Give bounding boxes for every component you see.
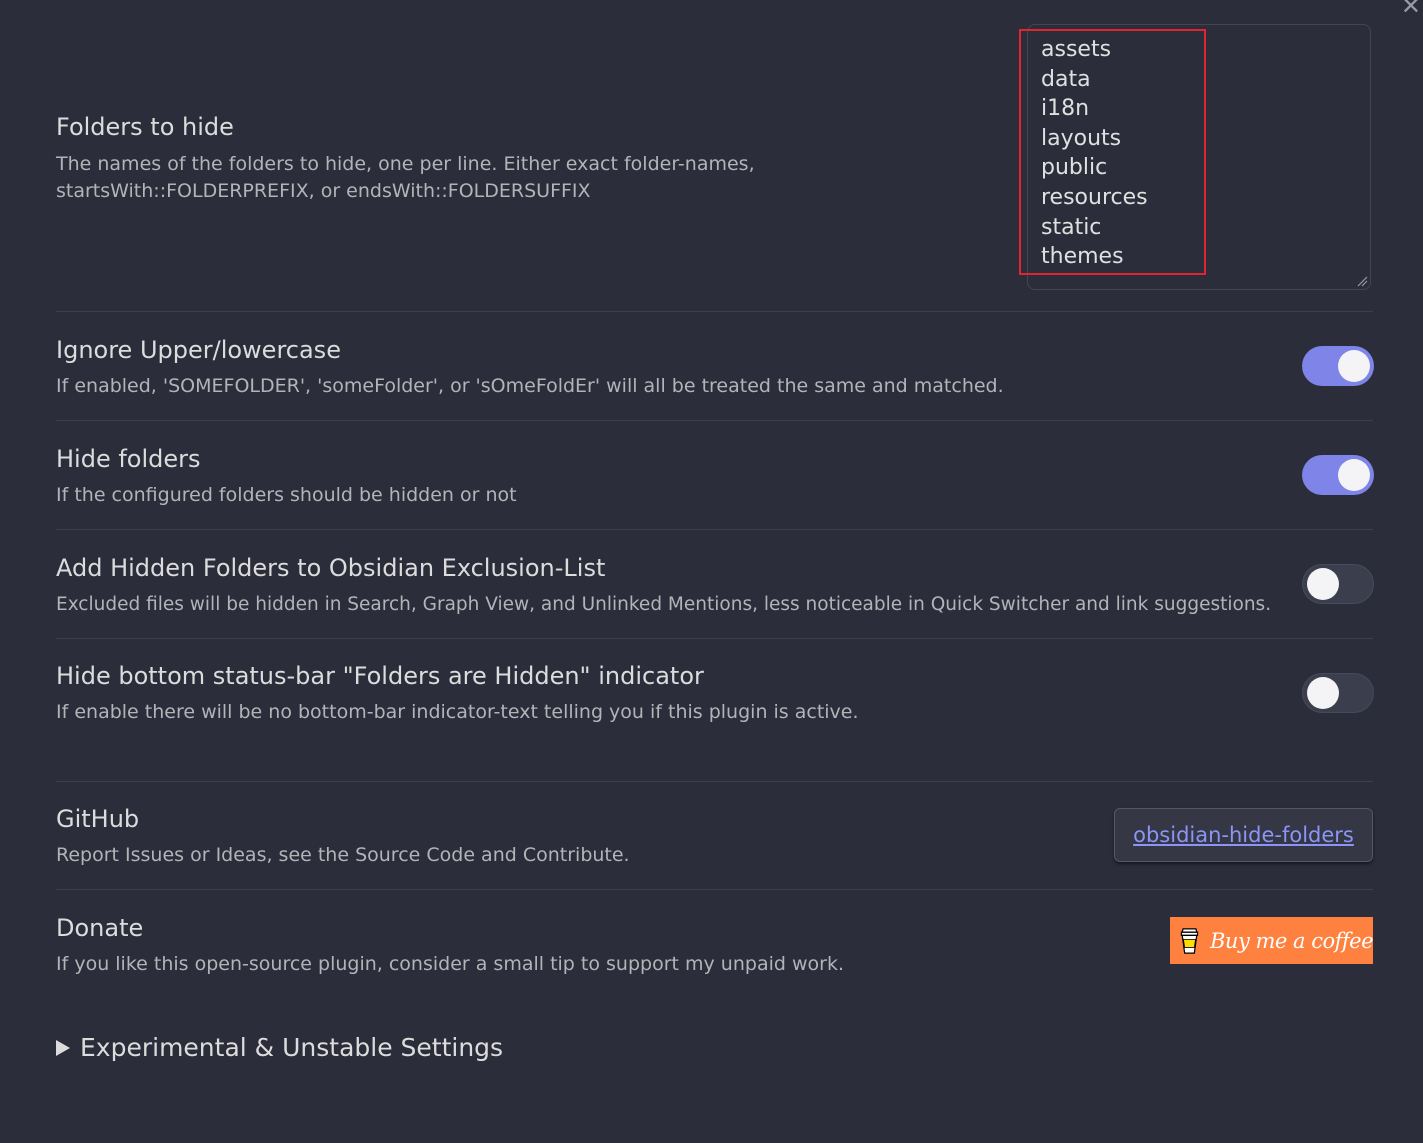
divider — [56, 529, 1373, 530]
toggle-knob — [1338, 350, 1370, 382]
setting-name: Folders to hide — [56, 113, 234, 141]
setting-name: Add Hidden Folders to Obsidian Exclusion… — [56, 554, 606, 582]
exclusion-list-toggle[interactable] — [1302, 564, 1374, 604]
divider — [56, 638, 1373, 639]
experimental-settings-label: Experimental & Unstable Settings — [80, 1033, 504, 1062]
setting-name: Hide folders — [56, 445, 201, 473]
coffee-cup-icon — [1180, 927, 1199, 954]
setting-hide-indicator: Hide bottom status-bar "Folders are Hidd… — [56, 662, 1373, 726]
toggle-knob — [1338, 459, 1370, 491]
buy-me-a-coffee-button[interactable]: Buy me a coffee — [1170, 917, 1374, 964]
hide-folders-toggle[interactable] — [1302, 455, 1374, 495]
triangle-right-icon — [56, 1039, 70, 1056]
github-link-button[interactable]: obsidian-hide-folders — [1114, 808, 1373, 862]
setting-hide-folders: Hide folders If the configured folders s… — [56, 445, 1373, 509]
divider — [56, 889, 1373, 890]
setting-description: The names of the folders to hide, one pe… — [56, 153, 755, 202]
highlight-box — [1019, 29, 1206, 275]
setting-name: Ignore Upper/lowercase — [56, 336, 341, 364]
toggle-knob — [1307, 568, 1339, 600]
setting-exclusion-list: Add Hidden Folders to Obsidian Exclusion… — [56, 554, 1373, 618]
github-link[interactable]: obsidian-hide-folders — [1133, 823, 1354, 847]
setting-name: Hide bottom status-bar "Folders are Hidd… — [56, 662, 704, 690]
ignore-case-toggle[interactable] — [1302, 346, 1374, 386]
experimental-settings-toggle[interactable]: Experimental & Unstable Settings — [56, 1033, 503, 1062]
close-icon[interactable]: ✕ — [1401, 0, 1421, 18]
setting-folders-to-hide: Folders to hide The names of the folders… — [56, 113, 986, 205]
divider — [56, 420, 1373, 421]
hide-indicator-toggle[interactable] — [1302, 673, 1374, 713]
setting-description: If enabled, 'SOMEFOLDER', 'someFolder', … — [56, 375, 1004, 397]
buy-me-a-coffee-label: Buy me a coffee — [1209, 928, 1374, 953]
setting-description: If the configured folders should be hidd… — [56, 484, 517, 506]
setting-ignore-case: Ignore Upper/lowercase If enabled, 'SOME… — [56, 336, 1373, 400]
toggle-knob — [1307, 677, 1339, 709]
setting-description: Excluded files will be hidden in Search,… — [56, 594, 1272, 615]
divider — [56, 781, 1373, 782]
divider — [56, 311, 1373, 312]
resize-grip-icon[interactable] — [1356, 275, 1368, 287]
setting-description: If enable there will be no bottom-bar in… — [56, 701, 859, 723]
